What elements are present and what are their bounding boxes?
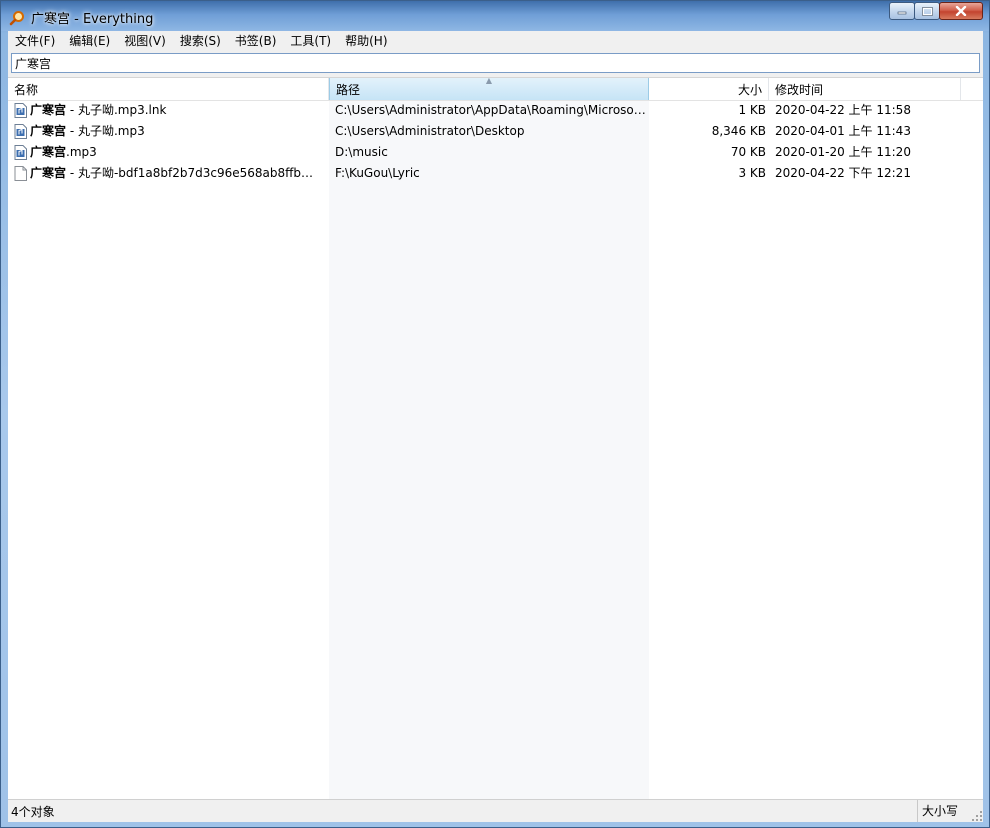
- table-row[interactable]: 广寒宫 - 丸子呦.mp3.lnk C:\Users\Administrator…: [8, 100, 983, 121]
- column-header-name[interactable]: 名称: [8, 78, 329, 100]
- close-button[interactable]: [939, 2, 983, 20]
- maximize-icon: [921, 6, 933, 16]
- client-area: 文件(F) 编辑(E) 视图(V) 搜索(S) 书签(B) 工具(T) 帮助(H…: [8, 31, 983, 822]
- file-size: 8,346 KB: [711, 124, 766, 138]
- audio-file-icon: [14, 124, 27, 139]
- match-case-label: 大小写: [922, 804, 959, 818]
- menu-view[interactable]: 视图(V): [117, 31, 173, 51]
- resize-grip-icon[interactable]: [971, 810, 983, 822]
- file-path: D:\music: [335, 145, 388, 159]
- everything-search-icon: [9, 10, 24, 25]
- window-title: 广寒宫 - Everything: [31, 12, 154, 27]
- sort-ascending-icon: ▲: [485, 77, 493, 85]
- file-modified: 2020-04-22 下午 12:21: [775, 166, 911, 180]
- file-modified: 2020-04-22 上午 11:58: [775, 103, 911, 117]
- minimize-icon: [897, 11, 907, 15]
- title-bar[interactable]: 广寒宫 - Everything: [1, 1, 989, 31]
- menu-bookmarks[interactable]: 书签(B): [228, 31, 284, 51]
- minimize-button[interactable]: [889, 2, 915, 20]
- file-size: 1 KB: [738, 103, 766, 117]
- file-size: 3 KB: [738, 166, 766, 180]
- file-name: .mp3: [66, 145, 97, 159]
- object-count: 4个对象: [11, 805, 55, 819]
- column-header-size[interactable]: 大小: [649, 78, 769, 100]
- file-name: - 丸子呦.mp3.lnk: [66, 103, 167, 117]
- column-header-path-label: 路径: [336, 83, 361, 97]
- file-path: C:\Users\Administrator\AppData\Roaming\M…: [335, 103, 649, 117]
- file-size: 70 KB: [730, 145, 766, 159]
- table-row[interactable]: 广寒宫 - 丸子呦-bdf1a8bf2b7d3c96e568ab8ffb1b… …: [8, 163, 983, 184]
- column-header: 名称 ▲ 路径 大小 修改时间: [8, 78, 983, 101]
- file-name-match: 广寒宫: [30, 103, 67, 117]
- audio-file-icon: [14, 103, 27, 118]
- table-row[interactable]: 广寒宫.mp3 D:\music 70 KB 2020-01-20 上午 11:…: [8, 142, 983, 163]
- menu-help[interactable]: 帮助(H): [338, 31, 394, 51]
- file-modified: 2020-04-01 上午 11:43: [775, 124, 911, 138]
- audio-file-icon: [14, 145, 27, 160]
- column-header-modified[interactable]: 修改时间: [769, 78, 961, 100]
- file-modified: 2020-01-20 上午 11:20: [775, 145, 911, 159]
- file-name-match: 广寒宫: [30, 124, 67, 138]
- blank-file-icon: [14, 166, 27, 181]
- app-window: 广寒宫 - Everything 文件(F) 编辑(E) 视图(V) 搜索(S)…: [0, 0, 990, 828]
- menu-bar: 文件(F) 编辑(E) 视图(V) 搜索(S) 书签(B) 工具(T) 帮助(H…: [8, 31, 983, 51]
- table-row[interactable]: 广寒宫 - 丸子呦.mp3 C:\Users\Administrator\Des…: [8, 121, 983, 142]
- column-header-path[interactable]: ▲ 路径: [329, 78, 649, 100]
- file-name: - 丸子呦.mp3: [66, 124, 145, 138]
- menu-file[interactable]: 文件(F): [8, 31, 62, 51]
- menu-edit[interactable]: 编辑(E): [62, 31, 117, 51]
- menu-search[interactable]: 搜索(S): [173, 31, 228, 51]
- maximize-button[interactable]: [914, 2, 940, 20]
- results-list[interactable]: 名称 ▲ 路径 大小 修改时间 广寒宫 - 丸子呦.mp3.lnk C:\Use…: [8, 77, 983, 800]
- file-name-match: 广寒宫: [30, 166, 67, 180]
- status-bar: 4个对象 大小写: [8, 799, 983, 822]
- file-path: F:\KuGou\Lyric: [335, 166, 420, 180]
- file-path: C:\Users\Administrator\Desktop: [335, 124, 525, 138]
- file-name-match: 广寒宫: [30, 145, 67, 159]
- match-case-indicator: 大小写: [917, 800, 977, 822]
- close-icon: [955, 6, 967, 16]
- menu-tools[interactable]: 工具(T): [283, 31, 338, 51]
- file-name: - 丸子呦-bdf1a8bf2b7d3c96e568ab8ffb1b…: [66, 166, 320, 180]
- search-input[interactable]: [11, 53, 980, 73]
- sorted-column-highlight: [329, 78, 649, 800]
